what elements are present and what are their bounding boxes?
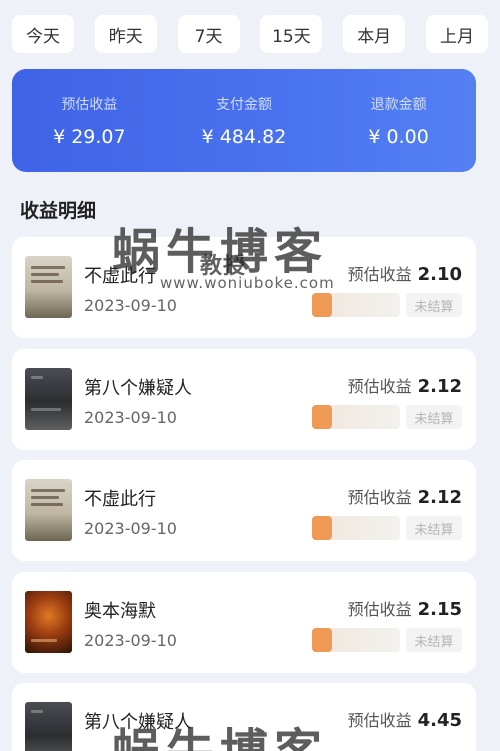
order-date: 2023-09-10 bbox=[84, 408, 177, 427]
tag-chip bbox=[312, 628, 332, 652]
tag-chip bbox=[312, 293, 332, 317]
estimated-earning: 预估收益 4.45 bbox=[348, 707, 462, 731]
settlement-status-badge: 未结算 bbox=[406, 628, 462, 652]
movie-title: 第八个嫌疑人 bbox=[84, 712, 192, 733]
list-item[interactable]: 不虚此行 2023-09-10 预估收益 2.12 未结算 bbox=[12, 460, 476, 561]
earning-amount: 2.12 bbox=[417, 487, 462, 508]
date-range-tabs: 今天 昨天 7天 15天 本月 上月 bbox=[0, 0, 500, 68]
earning-amount: 2.15 bbox=[417, 599, 462, 620]
earning-label: 预估收益 bbox=[347, 265, 412, 284]
order-date: 2023-09-10 bbox=[84, 296, 177, 315]
movie-title: 不虚此行 bbox=[84, 266, 156, 287]
estimated-earning: 预估收益 2.15 bbox=[348, 596, 462, 620]
paid-amount-value: ¥ 484.82 bbox=[201, 125, 287, 148]
refund-amount-label: 退款金额 bbox=[370, 96, 427, 113]
blurred-tag bbox=[312, 405, 400, 429]
movie-title: 不虚此行 bbox=[84, 489, 156, 510]
movie-poster bbox=[25, 591, 72, 653]
earning-amount: 2.12 bbox=[417, 376, 462, 397]
tab-7-days[interactable]: 7天 bbox=[177, 15, 240, 53]
estimated-earning: 预估收益 2.10 bbox=[348, 261, 462, 285]
paid-amount-label: 支付金额 bbox=[215, 96, 272, 113]
tab-yesterday[interactable]: 昨天 bbox=[94, 15, 157, 53]
list-item[interactable]: 不虚此行 2023-09-10 预估收益 2.10 未结算 bbox=[12, 237, 476, 338]
order-date: 2023-09-10 bbox=[84, 631, 177, 650]
order-date: 2023-09-10 bbox=[84, 519, 177, 538]
movie-title: 奥本海默 bbox=[84, 601, 156, 622]
movie-title: 第八个嫌疑人 bbox=[84, 378, 192, 399]
refund-amount-value: ¥ 0.00 bbox=[368, 125, 429, 148]
tab-today[interactable]: 今天 bbox=[12, 15, 74, 53]
settlement-status-badge: 未结算 bbox=[406, 405, 462, 429]
list-item[interactable]: 第八个嫌疑人 2023-09-10 预估收益 2.12 未结算 bbox=[12, 349, 476, 450]
estimated-earnings-label: 预估收益 bbox=[61, 96, 118, 113]
blurred-tag bbox=[312, 628, 400, 652]
movie-poster bbox=[25, 368, 72, 430]
tab-15-days[interactable]: 15天 bbox=[260, 15, 323, 53]
blurred-tag bbox=[312, 516, 400, 540]
tag-chip bbox=[312, 405, 332, 429]
tab-this-month[interactable]: 本月 bbox=[343, 15, 406, 53]
earning-amount: 2.10 bbox=[417, 264, 462, 285]
earning-amount: 4.45 bbox=[417, 710, 462, 731]
earning-label: 预估收益 bbox=[347, 377, 412, 396]
settlement-status-badge: 未结算 bbox=[406, 516, 462, 540]
earning-label: 预估收益 bbox=[347, 600, 412, 619]
estimated-earning: 预估收益 2.12 bbox=[348, 484, 462, 508]
list-item[interactable]: 奥本海默 2023-09-10 预估收益 2.15 未结算 bbox=[12, 572, 476, 673]
paid-amount-block: 支付金额 ¥ 484.82 bbox=[174, 94, 314, 148]
earnings-summary-card: 预估收益 ¥ 29.07 支付金额 ¥ 484.82 退款金额 ¥ 0.00 bbox=[12, 69, 476, 172]
movie-poster bbox=[25, 702, 72, 751]
estimated-earnings-value: ¥ 29.07 bbox=[53, 125, 126, 148]
movie-poster bbox=[25, 479, 72, 541]
earning-label: 预估收益 bbox=[347, 711, 412, 730]
blurred-tag bbox=[312, 293, 400, 317]
estimated-earnings-block: 预估收益 ¥ 29.07 bbox=[19, 94, 159, 148]
estimated-earning: 预估收益 2.12 bbox=[348, 373, 462, 397]
earning-label: 预估收益 bbox=[347, 488, 412, 507]
list-item[interactable]: 第八个嫌疑人 预估收益 4.45 bbox=[12, 683, 476, 751]
settlement-status-badge: 未结算 bbox=[406, 293, 462, 317]
tag-chip bbox=[312, 516, 332, 540]
refund-amount-block: 退款金额 ¥ 0.00 bbox=[329, 94, 469, 148]
section-title: 收益明细 bbox=[20, 200, 97, 222]
movie-poster bbox=[25, 256, 72, 318]
tab-last-month[interactable]: 上月 bbox=[425, 15, 488, 53]
